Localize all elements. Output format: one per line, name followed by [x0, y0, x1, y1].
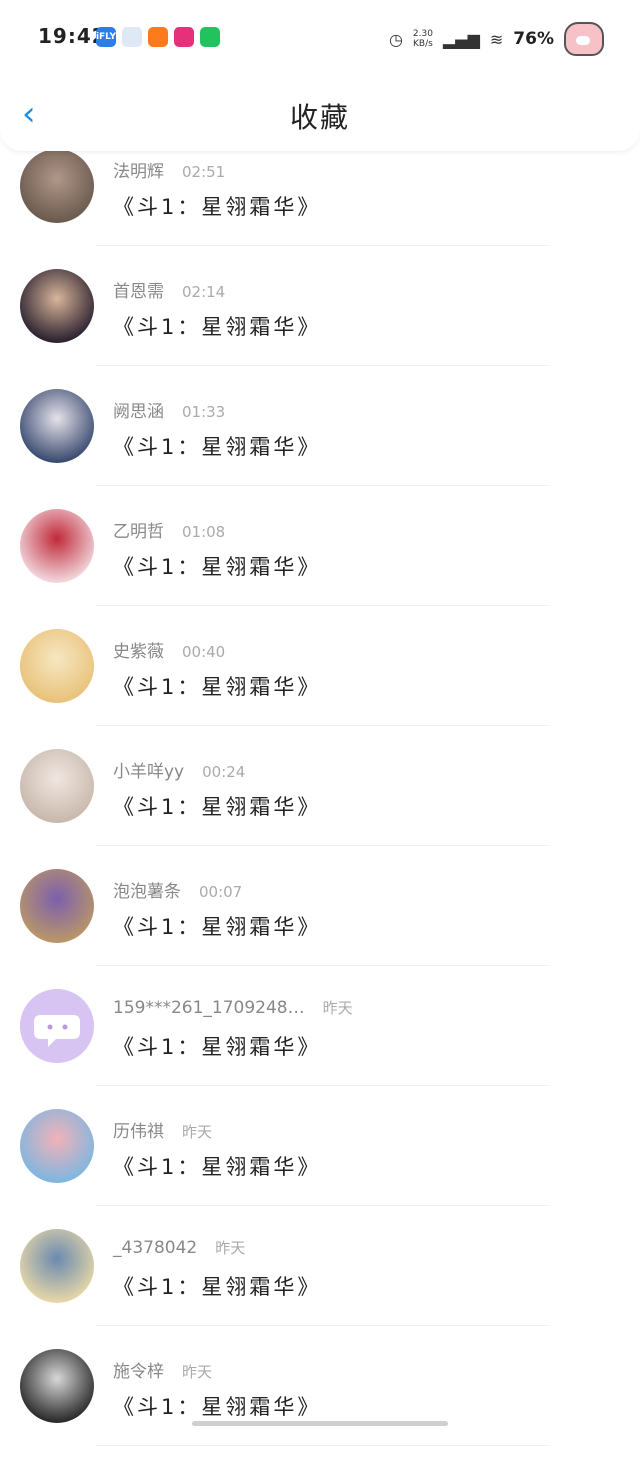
divider — [96, 605, 550, 606]
avatar[interactable] — [20, 1229, 94, 1303]
message-time: 00:40 — [182, 643, 226, 661]
wechat-app-icon — [200, 27, 220, 47]
divider — [96, 485, 550, 486]
divider — [96, 1445, 550, 1446]
avatar[interactable] — [20, 989, 94, 1063]
list-item[interactable]: 阙思涵 01:33 《斗1：星翎霜华》 — [0, 389, 640, 511]
message-time: 02:51 — [182, 163, 226, 181]
ifly-app-icon: iFLY — [96, 27, 116, 47]
status-bar: 19:42 iFLY ◷ 2.30 KB/s ▂▄▆ ≋ 76% — [0, 0, 640, 76]
sender-line: 159***261_1709248… 昨天 — [113, 997, 353, 1018]
sender-line: 泡泡薯条 00:07 — [113, 877, 242, 902]
sender-name: 阙思涵 — [113, 402, 164, 422]
avatar[interactable] — [20, 1349, 94, 1423]
divider — [96, 1325, 550, 1326]
sender-line: _4378042 昨天 — [113, 1237, 245, 1258]
divider — [96, 965, 550, 966]
message-time: 昨天 — [182, 1363, 213, 1381]
list-item[interactable]: 法明辉 02:51 《斗1：星翎霜华》 — [0, 149, 640, 271]
sender-name: 泡泡薯条 — [113, 882, 181, 902]
divider — [96, 725, 550, 726]
message-time: 昨天 — [182, 1123, 213, 1141]
divider — [96, 845, 550, 846]
sender-line: 首恩需 02:14 — [113, 277, 225, 302]
list-item[interactable]: 159***261_1709248… 昨天 《斗1：星翎霜华》 — [0, 989, 640, 1111]
avatar[interactable] — [20, 509, 94, 583]
divider — [96, 1085, 550, 1086]
sender-name: 史紫薇 — [113, 642, 164, 662]
avatar[interactable] — [20, 629, 94, 703]
sender-name: 法明辉 — [113, 162, 164, 182]
sender-line: 施令梓 昨天 — [113, 1357, 212, 1382]
list-item[interactable]: _4378042 昨天《斗1：星翎霜华》 — [0, 1229, 640, 1351]
message-text: 《斗1：星翎霜华》 — [113, 915, 322, 939]
sender-name: 首恩需 — [113, 282, 164, 302]
message-text: 《斗1：星翎霜华》 — [113, 1395, 322, 1419]
cellular-signal-icon: ▂▄▆ — [442, 29, 480, 49]
sender-name: 159***261_1709248… — [113, 998, 305, 1018]
message-text: 《斗1：星翎霜华》 — [113, 1275, 322, 1299]
divider — [96, 245, 550, 246]
message-time: 01:08 — [182, 523, 226, 541]
message-text: 《斗1：星翎霜华》 — [113, 1035, 322, 1059]
avatar[interactable] — [20, 389, 94, 463]
progress-app-icon — [122, 27, 142, 47]
list-item[interactable]: 施令梓 昨天《斗1：星翎霜华》 — [0, 1349, 640, 1471]
sender-name: 小羊咩yy — [113, 762, 185, 782]
message-text: 《斗1：星翎霜华》 — [113, 555, 322, 579]
divider — [96, 365, 550, 366]
message-time: 02:14 — [182, 283, 226, 301]
avatar[interactable] — [20, 149, 94, 223]
message-text: 《斗1：星翎霜华》 — [113, 435, 322, 459]
sender-name: _4378042 — [113, 1238, 198, 1258]
status-right: ◷ 2.30 KB/s ▂▄▆ ≋ 76% — [389, 22, 604, 56]
list-item[interactable]: 小羊咩yy 00:24 《斗1：星翎霜华》 — [0, 749, 640, 871]
sender-name: 历伟祺 — [113, 1122, 164, 1142]
message-text: 《斗1：星翎霜华》 — [113, 795, 322, 819]
sender-line: 历伟祺 昨天 — [113, 1117, 212, 1142]
battery-level: 76% — [513, 29, 554, 49]
nav-header: ‹ 收藏 — [0, 76, 640, 151]
sender-name: 乙明哲 — [113, 522, 164, 542]
divider — [96, 1205, 550, 1206]
sender-line: 法明辉 02:51 — [113, 157, 225, 182]
message-time: 00:07 — [199, 883, 243, 901]
list-item[interactable]: 乙明哲 01:08 《斗1：星翎霜华》 — [0, 509, 640, 631]
sender-line: 小羊咩yy 00:24 — [113, 757, 245, 782]
list-item[interactable]: 泡泡薯条 00:07 《斗1：星翎霜华》 — [0, 869, 640, 991]
sender-line: 史紫薇 00:40 — [113, 637, 225, 662]
message-time: 01:33 — [182, 403, 226, 421]
list-item[interactable]: 史紫薇 00:40 《斗1：星翎霜华》 — [0, 629, 640, 751]
page-title: 收藏 — [289, 101, 350, 134]
avatar[interactable] — [20, 869, 94, 943]
net-speed: 2.30 KB/s — [412, 29, 433, 49]
clock-icon: ◷ — [388, 29, 403, 49]
message-text: 《斗1：星翎霜华》 — [113, 315, 322, 339]
avatar[interactable] — [20, 749, 94, 823]
paw-battery-icon — [564, 22, 604, 56]
live-app-icon — [174, 27, 194, 47]
message-text: 《斗1：星翎霜华》 — [113, 1155, 322, 1179]
sender-line: 阙思涵 01:33 — [113, 397, 225, 422]
message-text: 《斗1：星翎霜华》 — [113, 195, 322, 219]
message-time: 昨天 — [215, 1239, 246, 1257]
list-item[interactable]: 历伟祺 昨天《斗1：星翎霜华》 — [0, 1109, 640, 1231]
orange-app-icon — [148, 27, 168, 47]
avatar[interactable] — [20, 269, 94, 343]
sender-name: 施令梓 — [113, 1362, 164, 1382]
status-app-icons: iFLY — [96, 27, 220, 47]
list-item[interactable]: 首恩需 02:14 《斗1：星翎霜华》 — [0, 269, 640, 391]
message-time: 昨天 — [322, 999, 353, 1017]
message-text: 《斗1：星翎霜华》 — [113, 675, 322, 699]
avatar[interactable] — [20, 1109, 94, 1183]
sender-line: 乙明哲 01:08 — [113, 517, 225, 542]
home-indicator[interactable] — [192, 1421, 448, 1426]
wifi-icon: ≋ — [489, 29, 504, 49]
message-time: 00:24 — [202, 763, 246, 781]
